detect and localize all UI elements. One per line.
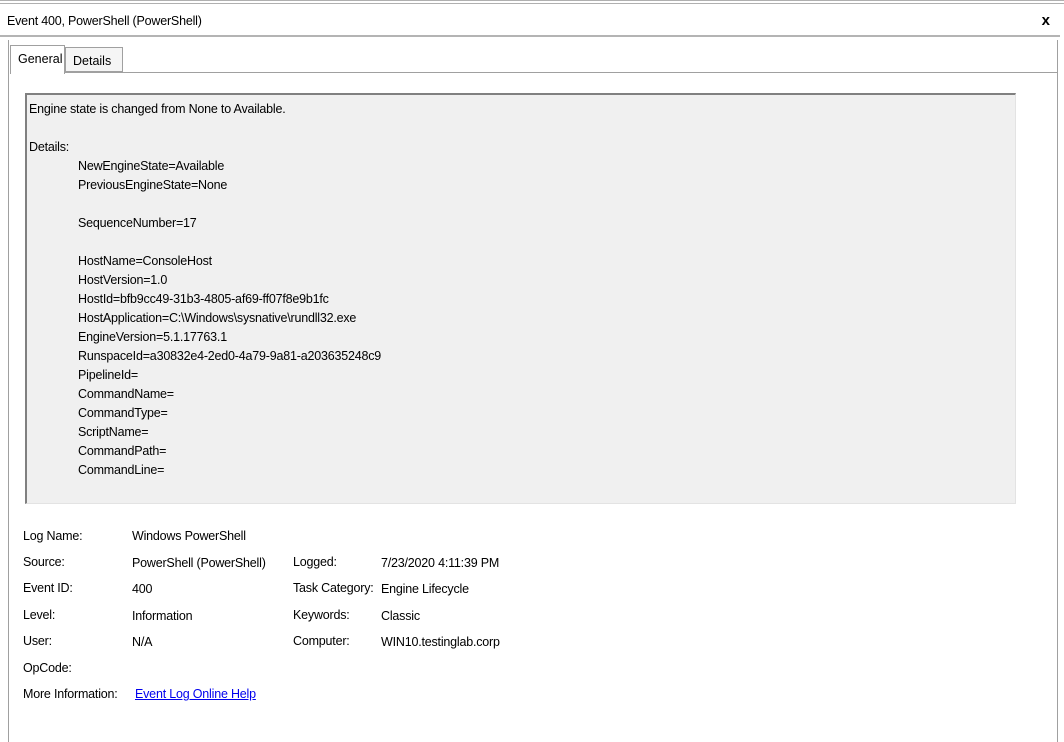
logged-value: 7/23/2020 4:11:39 PM <box>381 556 500 570</box>
detail-line: SequenceNumber=17 <box>78 216 197 230</box>
detail-line: HostApplication=C:\Windows\sysnative\run… <box>78 311 357 325</box>
computer-value: WIN10.testinglab.corp <box>381 635 500 649</box>
detail-line: HostId=bfb9cc49-31b3-4805-af69-ff07f8e9b… <box>78 292 329 306</box>
detail-line: PreviousEngineState=None <box>78 178 228 192</box>
user-label: User: <box>23 634 52 648</box>
detail-line: ScriptName= <box>78 425 149 439</box>
window-title: Event 400, PowerShell (PowerShell) <box>7 14 202 28</box>
details-label: Details: <box>29 140 70 154</box>
message-summary: Engine state is changed from None to Ava… <box>29 102 286 116</box>
detail-line: CommandLine= <box>78 463 165 477</box>
event-message-box[interactable]: Engine state is changed from None to Ava… <box>25 93 1016 504</box>
event-id-label: Event ID: <box>23 581 73 595</box>
task-category-label: Task Category: <box>293 581 374 595</box>
tab-details[interactable]: Details <box>65 47 123 72</box>
detail-line: NewEngineState=Available <box>78 159 225 173</box>
opcode-label: OpCode: <box>23 661 72 675</box>
title-separator <box>0 35 1060 37</box>
task-category-value: Engine Lifecycle <box>381 582 469 596</box>
more-info-label: More Information: <box>23 687 118 701</box>
detail-line: EngineVersion=5.1.17763.1 <box>78 330 227 344</box>
source-value: PowerShell (PowerShell) <box>132 556 266 570</box>
level-label: Level: <box>23 608 56 622</box>
level-value: Information <box>132 609 193 623</box>
detail-line: RunspaceId=a30832e4-2ed0-4a79-9a81-a2036… <box>78 349 382 363</box>
title-bar: Event 400, PowerShell (PowerShell) x <box>0 0 1064 36</box>
keywords-label: Keywords: <box>293 608 350 622</box>
source-label: Source: <box>23 555 65 569</box>
tab-general[interactable]: General <box>10 45 65 74</box>
event-log-online-help-link[interactable]: Event Log Online Help <box>135 687 256 701</box>
computer-label: Computer: <box>293 634 350 648</box>
detail-line: CommandName= <box>78 387 174 401</box>
log-name-label: Log Name: <box>23 529 83 543</box>
detail-line: PipelineId= <box>78 368 139 382</box>
detail-line: CommandPath= <box>78 444 167 458</box>
keywords-value: Classic <box>381 609 420 623</box>
detail-line: HostVersion=1.0 <box>78 273 168 287</box>
detail-line: HostName=ConsoleHost <box>78 254 212 268</box>
log-name-value: Windows PowerShell <box>132 529 246 543</box>
detail-line: CommandType= <box>78 406 168 420</box>
close-icon[interactable]: x <box>1042 12 1050 29</box>
user-value: N/A <box>132 635 153 649</box>
logged-label: Logged: <box>293 555 337 569</box>
event-id-value: 400 <box>132 582 153 596</box>
tab-baseline <box>10 72 1058 73</box>
